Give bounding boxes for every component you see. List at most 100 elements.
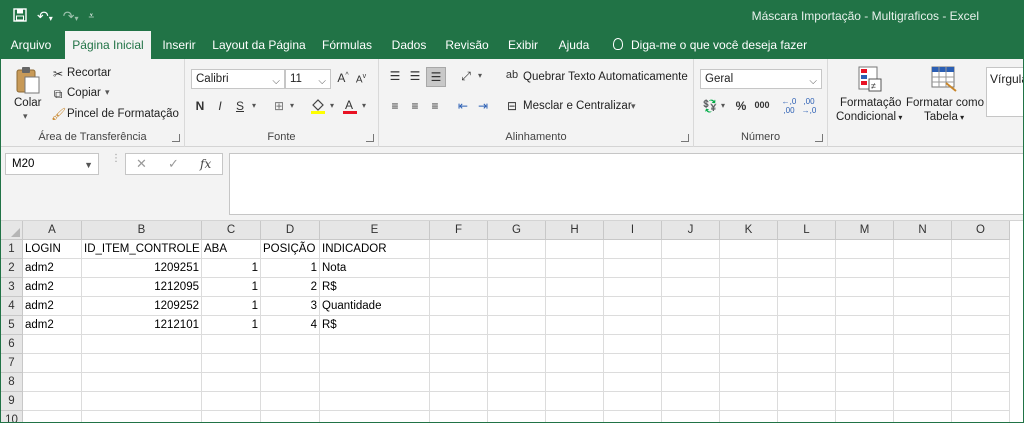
cell-d6[interactable] (261, 335, 320, 354)
cell-n6[interactable] (894, 335, 952, 354)
cell-d3[interactable]: 2 (261, 278, 320, 297)
cell-c3[interactable]: 1 (202, 278, 261, 297)
cell-b3[interactable]: 1212095 (82, 278, 202, 297)
cell-e6[interactable] (320, 335, 430, 354)
cell-c1[interactable]: ABA (202, 240, 261, 259)
cell-o8[interactable] (952, 373, 1010, 392)
cell-l10[interactable] (778, 411, 836, 422)
cell-i2[interactable] (604, 259, 662, 278)
formula-input[interactable] (229, 153, 1023, 215)
cell-o5[interactable] (952, 316, 1010, 335)
cell-l8[interactable] (778, 373, 836, 392)
fill-color-icon[interactable] (309, 97, 327, 115)
format-as-table-button[interactable]: Tabela ▾ (924, 111, 964, 123)
cell-f8[interactable] (430, 373, 488, 392)
cell-h8[interactable] (546, 373, 604, 392)
cell-e8[interactable] (320, 373, 430, 392)
cell-h9[interactable] (546, 392, 604, 411)
font-color-icon[interactable]: A (341, 97, 359, 115)
resize-handle-icon[interactable]: ⋮ (111, 154, 121, 171)
italic-button[interactable]: I (213, 99, 227, 113)
cell-d10[interactable] (261, 411, 320, 422)
cell-a2[interactable]: adm2 (23, 259, 82, 278)
cell-j6[interactable] (662, 335, 720, 354)
cell-h6[interactable] (546, 335, 604, 354)
cell-i9[interactable] (604, 392, 662, 411)
cell-d9[interactable] (261, 392, 320, 411)
tab-arquivo[interactable]: Arquivo (5, 31, 57, 59)
orientation-dropdown-icon[interactable]: ▾ (475, 71, 485, 80)
underline-button[interactable]: S (233, 99, 247, 113)
cell-k7[interactable] (720, 354, 778, 373)
cell-o4[interactable] (952, 297, 1010, 316)
column-header-a[interactable]: A (23, 221, 82, 240)
merge-center-button[interactable]: Mesclar e Centralizar (523, 100, 632, 112)
format-as-table-icon[interactable] (930, 65, 958, 93)
cell-i6[interactable] (604, 335, 662, 354)
scissors-icon[interactable]: ✂ (51, 67, 65, 81)
cell-d5[interactable]: 4 (261, 316, 320, 335)
cell-a7[interactable] (23, 354, 82, 373)
column-header-n[interactable]: N (894, 221, 952, 240)
cell-f3[interactable] (430, 278, 488, 297)
cell-l4[interactable] (778, 297, 836, 316)
decrease-decimal-icon[interactable]: ,00 →,0 (800, 97, 818, 115)
cell-e9[interactable] (320, 392, 430, 411)
copy-dropdown-icon[interactable]: ▾ (105, 87, 110, 98)
cell-h7[interactable] (546, 354, 604, 373)
cell-m3[interactable] (836, 278, 894, 297)
cell-g9[interactable] (488, 392, 546, 411)
enter-icon[interactable]: ✓ (168, 156, 179, 172)
cell-i3[interactable] (604, 278, 662, 297)
cell-o3[interactable] (952, 278, 1010, 297)
cell-h10[interactable] (546, 411, 604, 422)
column-header-o[interactable]: O (952, 221, 1010, 240)
grow-font-button[interactable]: A^ (335, 71, 351, 85)
cell-l6[interactable] (778, 335, 836, 354)
cell-i10[interactable] (604, 411, 662, 422)
cell-a6[interactable] (23, 335, 82, 354)
cell-b1[interactable]: ID_ITEM_CONTROLE (82, 240, 202, 259)
cell-j2[interactable] (662, 259, 720, 278)
cell-c9[interactable] (202, 392, 261, 411)
cell-i8[interactable] (604, 373, 662, 392)
merge-dropdown-icon[interactable]: ▾ (631, 101, 636, 112)
cell-m8[interactable] (836, 373, 894, 392)
tab-exibir[interactable]: Exibir (502, 31, 544, 59)
cell-d4[interactable]: 3 (261, 297, 320, 316)
cell-f2[interactable] (430, 259, 488, 278)
row-header-1[interactable]: 1 (1, 240, 23, 259)
cell-j10[interactable] (662, 411, 720, 422)
merge-center-icon[interactable]: ⊟ (505, 99, 519, 113)
cell-m9[interactable] (836, 392, 894, 411)
cell-o10[interactable] (952, 411, 1010, 422)
insert-function-icon[interactable]: fx (200, 157, 211, 171)
cell-m6[interactable] (836, 335, 894, 354)
borders-icon[interactable]: ⊞ (271, 99, 287, 113)
orientation-icon[interactable]: ⤢ (457, 69, 475, 84)
cell-e7[interactable] (320, 354, 430, 373)
font-launcher-icon[interactable] (366, 134, 374, 142)
cell-a10[interactable] (23, 411, 82, 422)
cell-g4[interactable] (488, 297, 546, 316)
cell-o2[interactable] (952, 259, 1010, 278)
align-top-icon[interactable]: ☰ (387, 69, 403, 83)
column-header-d[interactable]: D (261, 221, 320, 240)
row-header-9[interactable]: 9 (1, 392, 23, 411)
cell-i7[interactable] (604, 354, 662, 373)
cell-e3[interactable]: R$ (320, 278, 430, 297)
cell-b7[interactable] (82, 354, 202, 373)
align-bottom-icon[interactable]: ☰ (426, 67, 446, 87)
cell-a1[interactable]: LOGIN (23, 240, 82, 259)
cell-j5[interactable] (662, 316, 720, 335)
cell-k4[interactable] (720, 297, 778, 316)
shrink-font-button[interactable]: Av (353, 73, 369, 85)
cell-c8[interactable] (202, 373, 261, 392)
cell-c6[interactable] (202, 335, 261, 354)
column-header-j[interactable]: J (662, 221, 720, 240)
cell-e5[interactable]: R$ (320, 316, 430, 335)
row-header-8[interactable]: 8 (1, 373, 23, 392)
cell-h3[interactable] (546, 278, 604, 297)
column-header-e[interactable]: E (320, 221, 430, 240)
cell-b5[interactable]: 1212101 (82, 316, 202, 335)
